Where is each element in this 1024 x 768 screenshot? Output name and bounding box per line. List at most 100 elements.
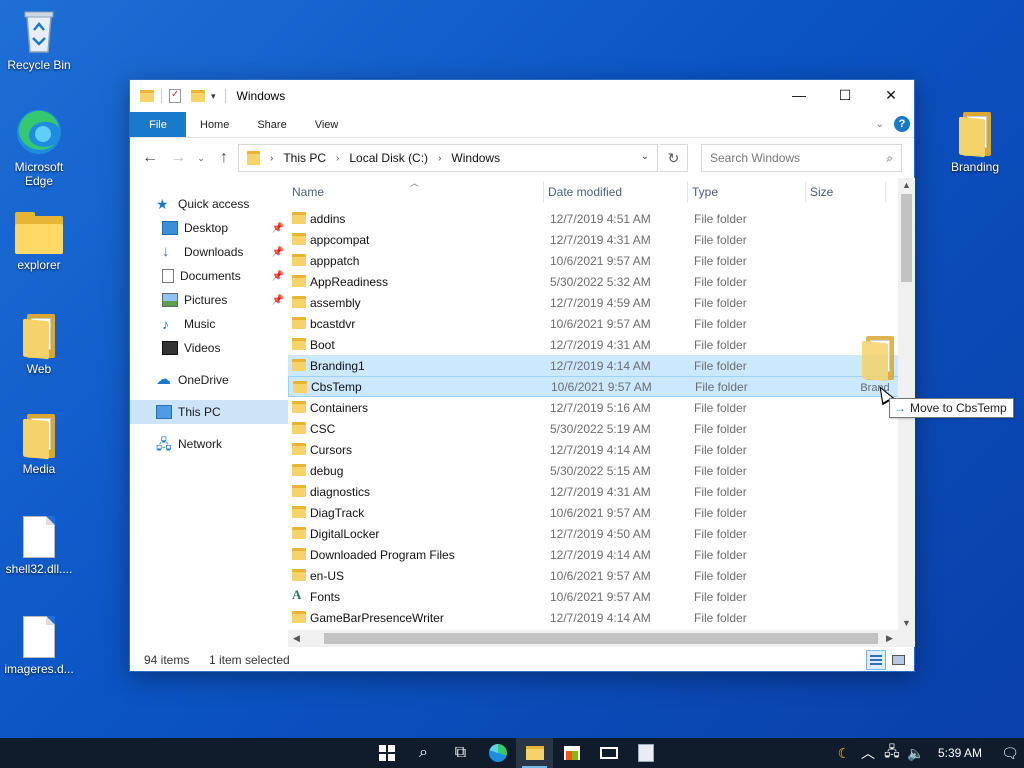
nav-pictures[interactable]: Pictures 📌 <box>130 288 288 312</box>
chevron-right-icon[interactable]: › <box>434 153 445 164</box>
file-row[interactable]: assembly 12/7/2019 4:59 AM File folder <box>288 292 900 313</box>
nav-quick-access[interactable]: ★ Quick access <box>130 192 288 216</box>
column-date-modified[interactable]: Date modified <box>544 182 688 202</box>
taskbar-store[interactable] <box>553 738 590 768</box>
show-hidden-icons-icon[interactable]: ︿ <box>856 743 880 763</box>
breadcrumb-this-pc[interactable]: This PC <box>283 151 326 165</box>
close-button[interactable]: ✕ <box>868 80 914 110</box>
desktop-icon-media[interactable]: Media <box>1 414 77 476</box>
recent-locations-icon[interactable]: ⌄ <box>194 146 208 170</box>
desktop-icon-shell32[interactable]: shell32.dll.... <box>1 516 77 576</box>
address-box[interactable]: › This PC › Local Disk (C:) › Windows ⌄ <box>238 144 658 172</box>
desktop-icon-web[interactable]: Web <box>1 314 77 376</box>
chevron-right-icon[interactable]: › <box>332 153 343 164</box>
clock[interactable]: 5:39 AM <box>928 746 996 760</box>
file-row[interactable]: addins 12/7/2019 4:51 AM File folder <box>288 208 900 229</box>
volume-muted-icon[interactable]: 🔈 <box>904 745 928 762</box>
scroll-thumb[interactable] <box>901 194 912 282</box>
network-disconnected-icon[interactable]: 🖧 <box>880 741 904 765</box>
file-row[interactable]: en-US 10/6/2021 9:57 AM File folder <box>288 565 900 586</box>
expand-ribbon-icon[interactable]: ⌄ <box>876 119 884 130</box>
maximize-button[interactable]: ☐ <box>822 80 868 110</box>
file-row[interactable]: diagnostics 12/7/2019 4:31 AM File folder <box>288 481 900 502</box>
horizontal-scrollbar[interactable]: ◀ ▶ <box>288 630 898 647</box>
scroll-right-icon[interactable]: ▶ <box>881 633 898 644</box>
breadcrumb-windows[interactable]: Windows <box>451 151 500 165</box>
file-row[interactable]: DigitalLocker 12/7/2019 4:50 AM File folde… <box>288 523 900 544</box>
up-button[interactable]: ↑ <box>212 146 236 170</box>
tab-home[interactable]: Home <box>186 112 243 137</box>
file-row[interactable]: DiagTrack 10/6/2021 9:57 AM File folder <box>288 502 900 523</box>
tab-share[interactable]: Share <box>243 112 300 137</box>
taskbar-file-explorer[interactable] <box>516 738 553 768</box>
file-row[interactable]: Branding1 12/7/2019 4:14 AM File folder <box>288 355 900 376</box>
file-row[interactable]: GameBarPresenceWriter 12/7/2019 4:14 AM Fi… <box>288 607 900 628</box>
scroll-left-icon[interactable]: ◀ <box>288 633 305 644</box>
tab-view[interactable]: View <box>301 112 353 137</box>
task-view-button[interactable]: ⧉ <box>442 738 479 768</box>
task-view-icon: ⧉ <box>454 744 467 761</box>
search-icon[interactable]: ⌕ <box>886 151 893 166</box>
breadcrumb-local-disk[interactable]: Local Disk (C:) <box>349 151 428 165</box>
desktop-icon-edge[interactable]: Microsoft Edge <box>1 108 77 188</box>
nav-onedrive[interactable]: ☁ OneDrive <box>130 368 288 392</box>
large-icons-view-button[interactable] <box>888 650 908 670</box>
taskbar-mail[interactable] <box>590 738 627 768</box>
taskbar-edge[interactable] <box>479 738 516 768</box>
file-row[interactable]: A Fonts 10/6/2021 9:57 AM File folder <box>288 586 900 607</box>
file-date-modified: 10/6/2021 9:57 AM <box>550 505 651 520</box>
drop-tooltip-text: Move to CbsTemp <box>910 401 1007 415</box>
night-light-icon[interactable]: ☾ <box>832 745 856 762</box>
nav-downloads[interactable]: ↓ Downloads 📌 <box>130 240 288 264</box>
forward-button[interactable]: → <box>166 146 190 170</box>
scroll-down-icon[interactable]: ▼ <box>898 618 915 628</box>
search-box[interactable]: ⌕ <box>701 144 902 172</box>
column-type[interactable]: Type <box>688 182 806 202</box>
file-row[interactable]: CbsTemp 10/6/2021 9:57 AM File folder <box>288 376 900 397</box>
action-center-icon[interactable]: 🗨 <box>996 745 1024 762</box>
file-row[interactable]: apppatch 10/6/2021 9:57 AM File folder <box>288 250 900 271</box>
desktop-icon-imageres[interactable]: imageres.d... <box>1 616 77 676</box>
customize-toolbar-dropdown-icon[interactable]: ▾ <box>209 91 218 102</box>
nav-videos[interactable]: Videos <box>130 336 288 360</box>
address-dropdown-icon[interactable]: ⌄ <box>641 151 649 162</box>
explorer-window[interactable]: ▾ Windows — ☐ ✕ File Home Share View ⌄ ?… <box>129 79 915 672</box>
properties-icon[interactable] <box>169 89 181 103</box>
title-bar[interactable]: ▾ Windows — ☐ ✕ <box>130 80 914 112</box>
nav-this-pc[interactable]: This PC <box>130 400 288 424</box>
nav-network[interactable]: 🖧 Network <box>130 432 288 456</box>
minimize-button[interactable]: — <box>776 80 822 110</box>
details-view-button[interactable] <box>866 650 886 670</box>
column-name[interactable]: Name <box>288 182 544 202</box>
scroll-thumb[interactable] <box>324 633 878 644</box>
desktop-icon-explorer[interactable]: explorer <box>1 212 77 272</box>
tab-file[interactable]: File <box>130 112 186 137</box>
file-row[interactable]: CSC 5/30/2022 5:19 AM File folder <box>288 418 900 439</box>
file-row[interactable]: Containers 12/7/2019 5:16 AM File folder <box>288 397 900 418</box>
nav-documents[interactable]: Documents 📌 <box>130 264 288 288</box>
file-row[interactable]: appcompat 12/7/2019 4:31 AM File folder <box>288 229 900 250</box>
file-row[interactable]: Downloaded Program Files 12/7/2019 4:14 A… <box>288 544 900 565</box>
scroll-up-icon[interactable]: ▲ <box>898 180 915 190</box>
file-row[interactable]: debug 5/30/2022 5:15 AM File folder <box>288 460 900 481</box>
system-tray: ☾ ︿ 🖧 🔈 5:39 AM 🗨 <box>832 738 1024 768</box>
nav-desktop[interactable]: Desktop 📌 <box>130 216 288 240</box>
column-size[interactable]: Size <box>806 182 886 202</box>
search-input[interactable] <box>710 151 887 165</box>
search-button[interactable]: ⌕ <box>405 738 442 768</box>
file-row[interactable]: AppReadiness 5/30/2022 5:32 AM File folder <box>288 271 900 292</box>
help-icon[interactable]: ? <box>894 116 910 132</box>
nav-music[interactable]: ♪ Music <box>130 312 288 336</box>
file-row[interactable]: bcastdvr 10/6/2021 9:57 AM File folder <box>288 313 900 334</box>
desktop-icon-recycle-bin[interactable]: Recycle Bin <box>1 8 77 72</box>
file-list[interactable]: ︿ Name Date modified Type Size addins 12/… <box>288 178 915 648</box>
file-row[interactable]: Boot 12/7/2019 4:31 AM File folder <box>288 334 900 355</box>
new-folder-icon[interactable] <box>191 90 205 102</box>
start-button[interactable] <box>368 738 405 768</box>
refresh-button[interactable]: ↻ <box>660 144 688 172</box>
back-button[interactable]: ← <box>138 146 162 170</box>
taskbar-paint[interactable] <box>627 738 664 768</box>
file-row[interactable]: Cursors 12/7/2019 4:14 AM File folder <box>288 439 900 460</box>
desktop-icon-branding[interactable]: Branding <box>937 112 1013 174</box>
chevron-right-icon[interactable]: › <box>266 153 277 164</box>
